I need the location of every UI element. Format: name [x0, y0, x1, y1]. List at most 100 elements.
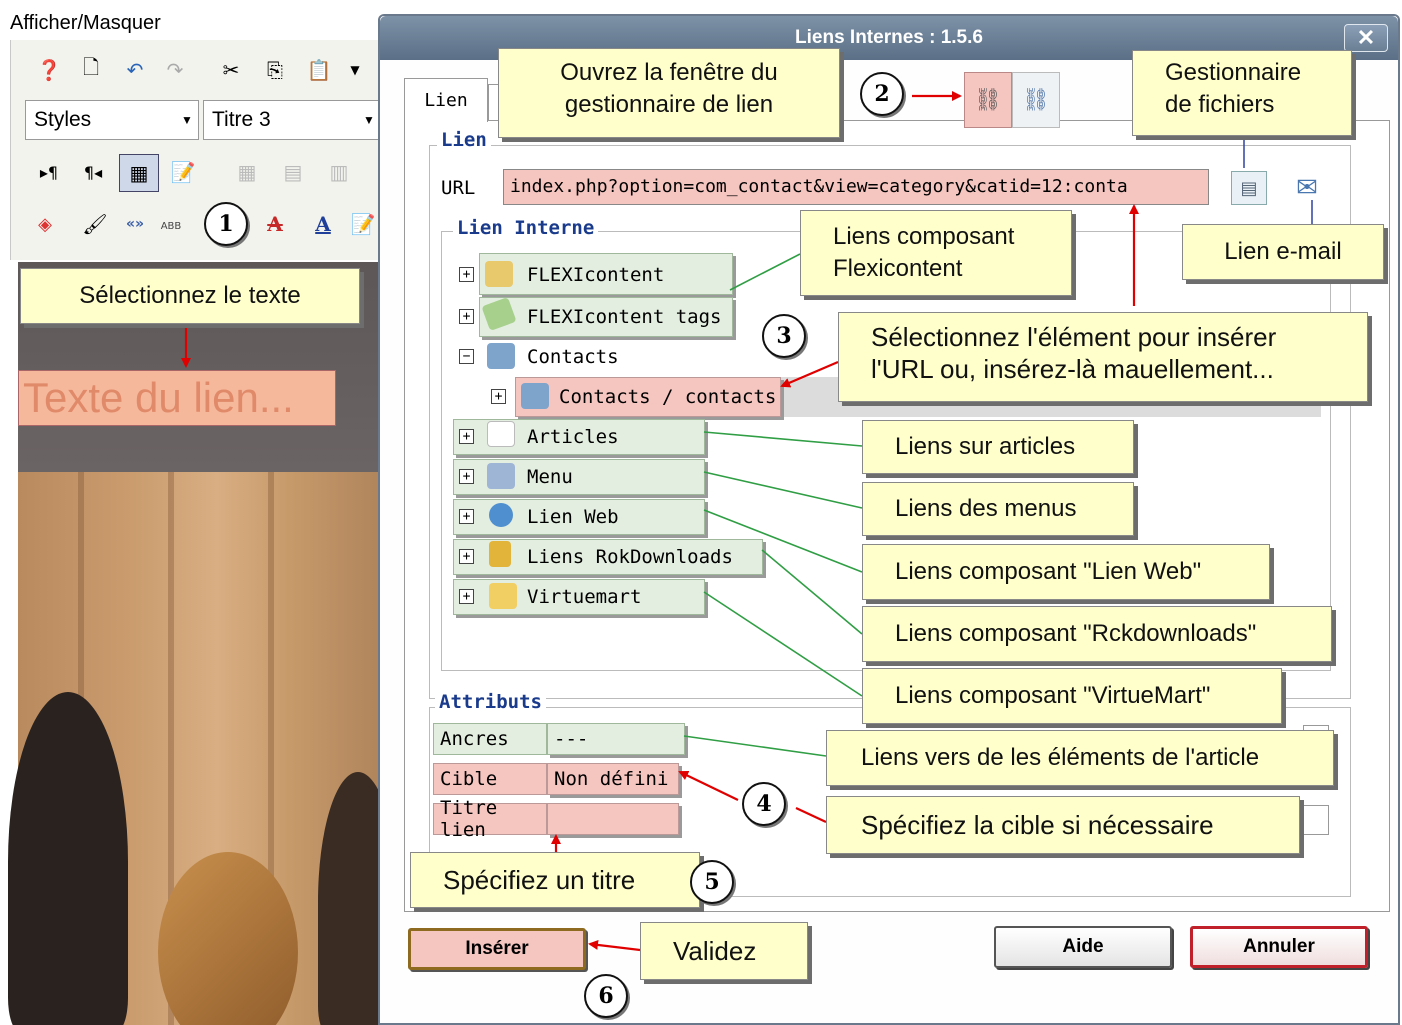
- font-color-icon[interactable]: A: [309, 210, 337, 238]
- expand-icon[interactable]: +: [459, 509, 474, 524]
- title-input[interactable]: [547, 803, 679, 835]
- help-button[interactable]: Aide: [994, 926, 1172, 968]
- callout-line: de fichiers: [1165, 91, 1275, 118]
- quote-icon[interactable]: «»: [121, 210, 149, 238]
- unlink-icon[interactable]: ⛓: [1012, 72, 1060, 128]
- url-value: index.php?option=com_contact&view=catego…: [510, 176, 1128, 197]
- step-5-marker: 5: [690, 860, 734, 904]
- styles-select[interactable]: Styles ▼: [25, 100, 199, 140]
- file-manager-icon[interactable]: ▤: [1231, 171, 1267, 205]
- globe-icon: [489, 503, 513, 527]
- callout-select-element: Sélectionnez l'élément pour insérer l'UR…: [838, 312, 1368, 402]
- download-icon: [489, 541, 511, 567]
- email-icon[interactable]: ✉: [1287, 171, 1327, 205]
- undo-icon[interactable]: ↶: [121, 56, 149, 84]
- tab-link[interactable]: Lien: [404, 78, 488, 122]
- callout-anchors: Liens vers de les éléments de l'article: [826, 730, 1334, 786]
- cleanup-icon[interactable]: 🖌: [81, 210, 109, 238]
- tree-label: FLEXIcontent: [527, 264, 665, 286]
- callout-open-manager: Ouvrez la fenêtre du gestionnaire de lie…: [498, 48, 840, 138]
- step-2-marker: 2: [860, 72, 904, 116]
- collapse-icon[interactable]: −: [459, 349, 474, 364]
- callout-email: Lien e-mail: [1182, 224, 1384, 280]
- tree-label: Contacts: [527, 346, 619, 368]
- callout-line: Flexicontent: [833, 255, 963, 282]
- target-label: Cible: [433, 763, 547, 795]
- callout-line: Sélectionnez l'élément pour insérer: [871, 322, 1277, 352]
- callout-articles: Liens sur articles: [862, 420, 1134, 474]
- ltr-icon[interactable]: ▸¶: [35, 158, 63, 186]
- folder-icon: [485, 261, 513, 287]
- callout-flexicontent: Liens composant Flexicontent: [800, 210, 1072, 296]
- callout-rokdownloads: Liens composant "Rckdownloads": [862, 606, 1332, 662]
- callout-line: Ouvrez la fenêtre du: [560, 59, 778, 86]
- heading-select[interactable]: Titre 3 ▼: [203, 100, 380, 140]
- tree-label: Virtuemart: [527, 586, 642, 608]
- table-row-icon[interactable]: ▤: [279, 158, 307, 186]
- tree-label: Articles: [527, 426, 619, 448]
- rtl-icon[interactable]: ¶◂: [79, 158, 107, 186]
- editor-panel: Afficher/Masquer ❓ 🗋 ↶ ↷ ✂ ⎘ 📋 ▼ Styles …: [0, 0, 380, 1025]
- title-label: Titre lien: [433, 797, 547, 841]
- insert-button[interactable]: Insérer: [408, 928, 586, 970]
- expand-icon[interactable]: +: [459, 309, 474, 324]
- url-input[interactable]: index.php?option=com_contact&view=catego…: [503, 169, 1209, 205]
- callout-virtuemart: Liens composant "VirtueMart": [862, 668, 1282, 724]
- tree-label: Contacts / contacts: [559, 386, 777, 408]
- abbr-icon[interactable]: ABB: [157, 212, 185, 240]
- callout-select-text: Sélectionnez le texte: [20, 268, 360, 324]
- paste-icon[interactable]: 📋: [305, 56, 333, 84]
- step-6-marker: 6: [584, 974, 628, 1018]
- contacts-icon: [487, 343, 515, 369]
- step-4-marker: 4: [742, 782, 786, 826]
- paste-dropdown-icon[interactable]: ▼: [341, 56, 369, 84]
- dialog-title: Liens Internes : 1.5.6: [795, 27, 983, 48]
- help-icon[interactable]: ❓: [35, 56, 63, 84]
- toggle-editor-link[interactable]: Afficher/Masquer: [10, 12, 161, 35]
- menu-icon: [487, 463, 515, 489]
- redo-icon[interactable]: ↷: [161, 56, 189, 84]
- expand-icon[interactable]: +: [459, 549, 474, 564]
- callout-line: l'URL ou, insérez-là mauellement...: [871, 354, 1274, 384]
- link-manager-icon[interactable]: ⛓: [964, 72, 1012, 128]
- callout-file-manager: Gestionnaire de fichiers: [1132, 50, 1352, 136]
- selected-text[interactable]: Texte du lien...: [18, 370, 336, 426]
- expand-icon[interactable]: +: [491, 389, 506, 404]
- attribute-icon[interactable]: 📝: [349, 210, 377, 238]
- target-select[interactable]: Non défini: [547, 763, 679, 795]
- callout-menus: Liens des menus: [862, 482, 1134, 536]
- step-3-marker: 3: [762, 314, 806, 358]
- edit-icon[interactable]: 📝: [169, 158, 197, 186]
- anchors-label: Ancres: [433, 723, 547, 755]
- tree-label: Lien Web: [527, 506, 619, 528]
- callout-line: gestionnaire de lien: [564, 91, 774, 118]
- editor-photo: [8, 472, 380, 1025]
- expand-icon[interactable]: +: [459, 589, 474, 604]
- table-insert-icon[interactable]: ▦: [233, 158, 261, 186]
- styles-select-value: Styles: [34, 108, 92, 131]
- expand-icon[interactable]: +: [459, 267, 474, 282]
- callout-validate: Validez: [640, 922, 808, 980]
- internal-link-legend: Lien Interne: [453, 217, 599, 239]
- expand-icon[interactable]: +: [459, 429, 474, 444]
- tree-label: Liens RokDownloads: [527, 546, 733, 568]
- table-icon[interactable]: ▦: [119, 154, 159, 192]
- step-1-marker: 1: [204, 202, 248, 246]
- cancel-button[interactable]: Annuler: [1190, 926, 1368, 968]
- cut-icon[interactable]: ✂: [217, 56, 245, 84]
- callout-weblink: Liens composant "Lien Web": [862, 544, 1270, 600]
- url-label: URL: [441, 177, 476, 199]
- tree-label: FLEXIcontent tags: [527, 306, 722, 328]
- code-icon[interactable]: ◈: [31, 210, 59, 238]
- chevron-down-icon: ▼: [363, 113, 375, 127]
- title-checkbox[interactable]: [1303, 805, 1329, 835]
- anchors-select[interactable]: ---: [547, 723, 685, 755]
- copy-icon[interactable]: ⎘: [261, 56, 289, 84]
- strikethrough-icon[interactable]: A: [261, 210, 289, 238]
- expand-icon[interactable]: +: [459, 469, 474, 484]
- table-col-icon[interactable]: ▥: [325, 158, 353, 186]
- attributes-legend: Attributs: [435, 691, 546, 713]
- tree-label: Menu: [527, 466, 573, 488]
- close-icon[interactable]: ✕: [1344, 24, 1388, 52]
- new-document-icon[interactable]: 🗋: [77, 55, 105, 84]
